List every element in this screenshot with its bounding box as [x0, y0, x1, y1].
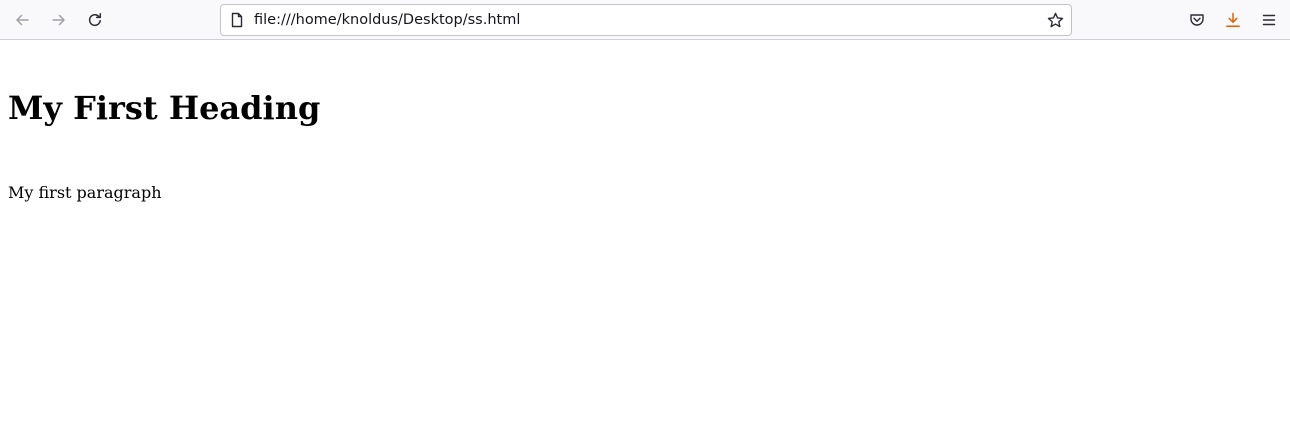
- browser-toolbar: file:///home/knoldus/Desktop/ss.html: [0, 0, 1290, 40]
- download-icon: [1226, 12, 1240, 27]
- pocket-button[interactable]: [1183, 6, 1211, 34]
- page-icon: [231, 12, 243, 28]
- page-paragraph: My first paragraph: [8, 183, 162, 202]
- app-menu-button[interactable]: [1255, 6, 1283, 34]
- url-bar[interactable]: file:///home/knoldus/Desktop/ss.html: [220, 4, 1072, 36]
- back-arrow-icon: [16, 14, 29, 26]
- page-heading: My First Heading: [8, 89, 321, 127]
- bookmark-star-button[interactable]: [1045, 10, 1065, 30]
- hamburger-menu-icon: [1262, 14, 1276, 26]
- url-text[interactable]: file:///home/knoldus/Desktop/ss.html: [254, 5, 520, 35]
- pocket-icon: [1190, 14, 1204, 26]
- forward-arrow-icon: [52, 14, 65, 26]
- reload-button[interactable]: [81, 6, 109, 34]
- page-content: My First Heading My first paragraph: [0, 41, 1290, 436]
- downloads-button[interactable]: [1219, 6, 1247, 34]
- star-icon: [1047, 12, 1063, 27]
- back-button[interactable]: [8, 6, 36, 34]
- forward-button[interactable]: [45, 6, 73, 34]
- reload-icon: [88, 13, 102, 27]
